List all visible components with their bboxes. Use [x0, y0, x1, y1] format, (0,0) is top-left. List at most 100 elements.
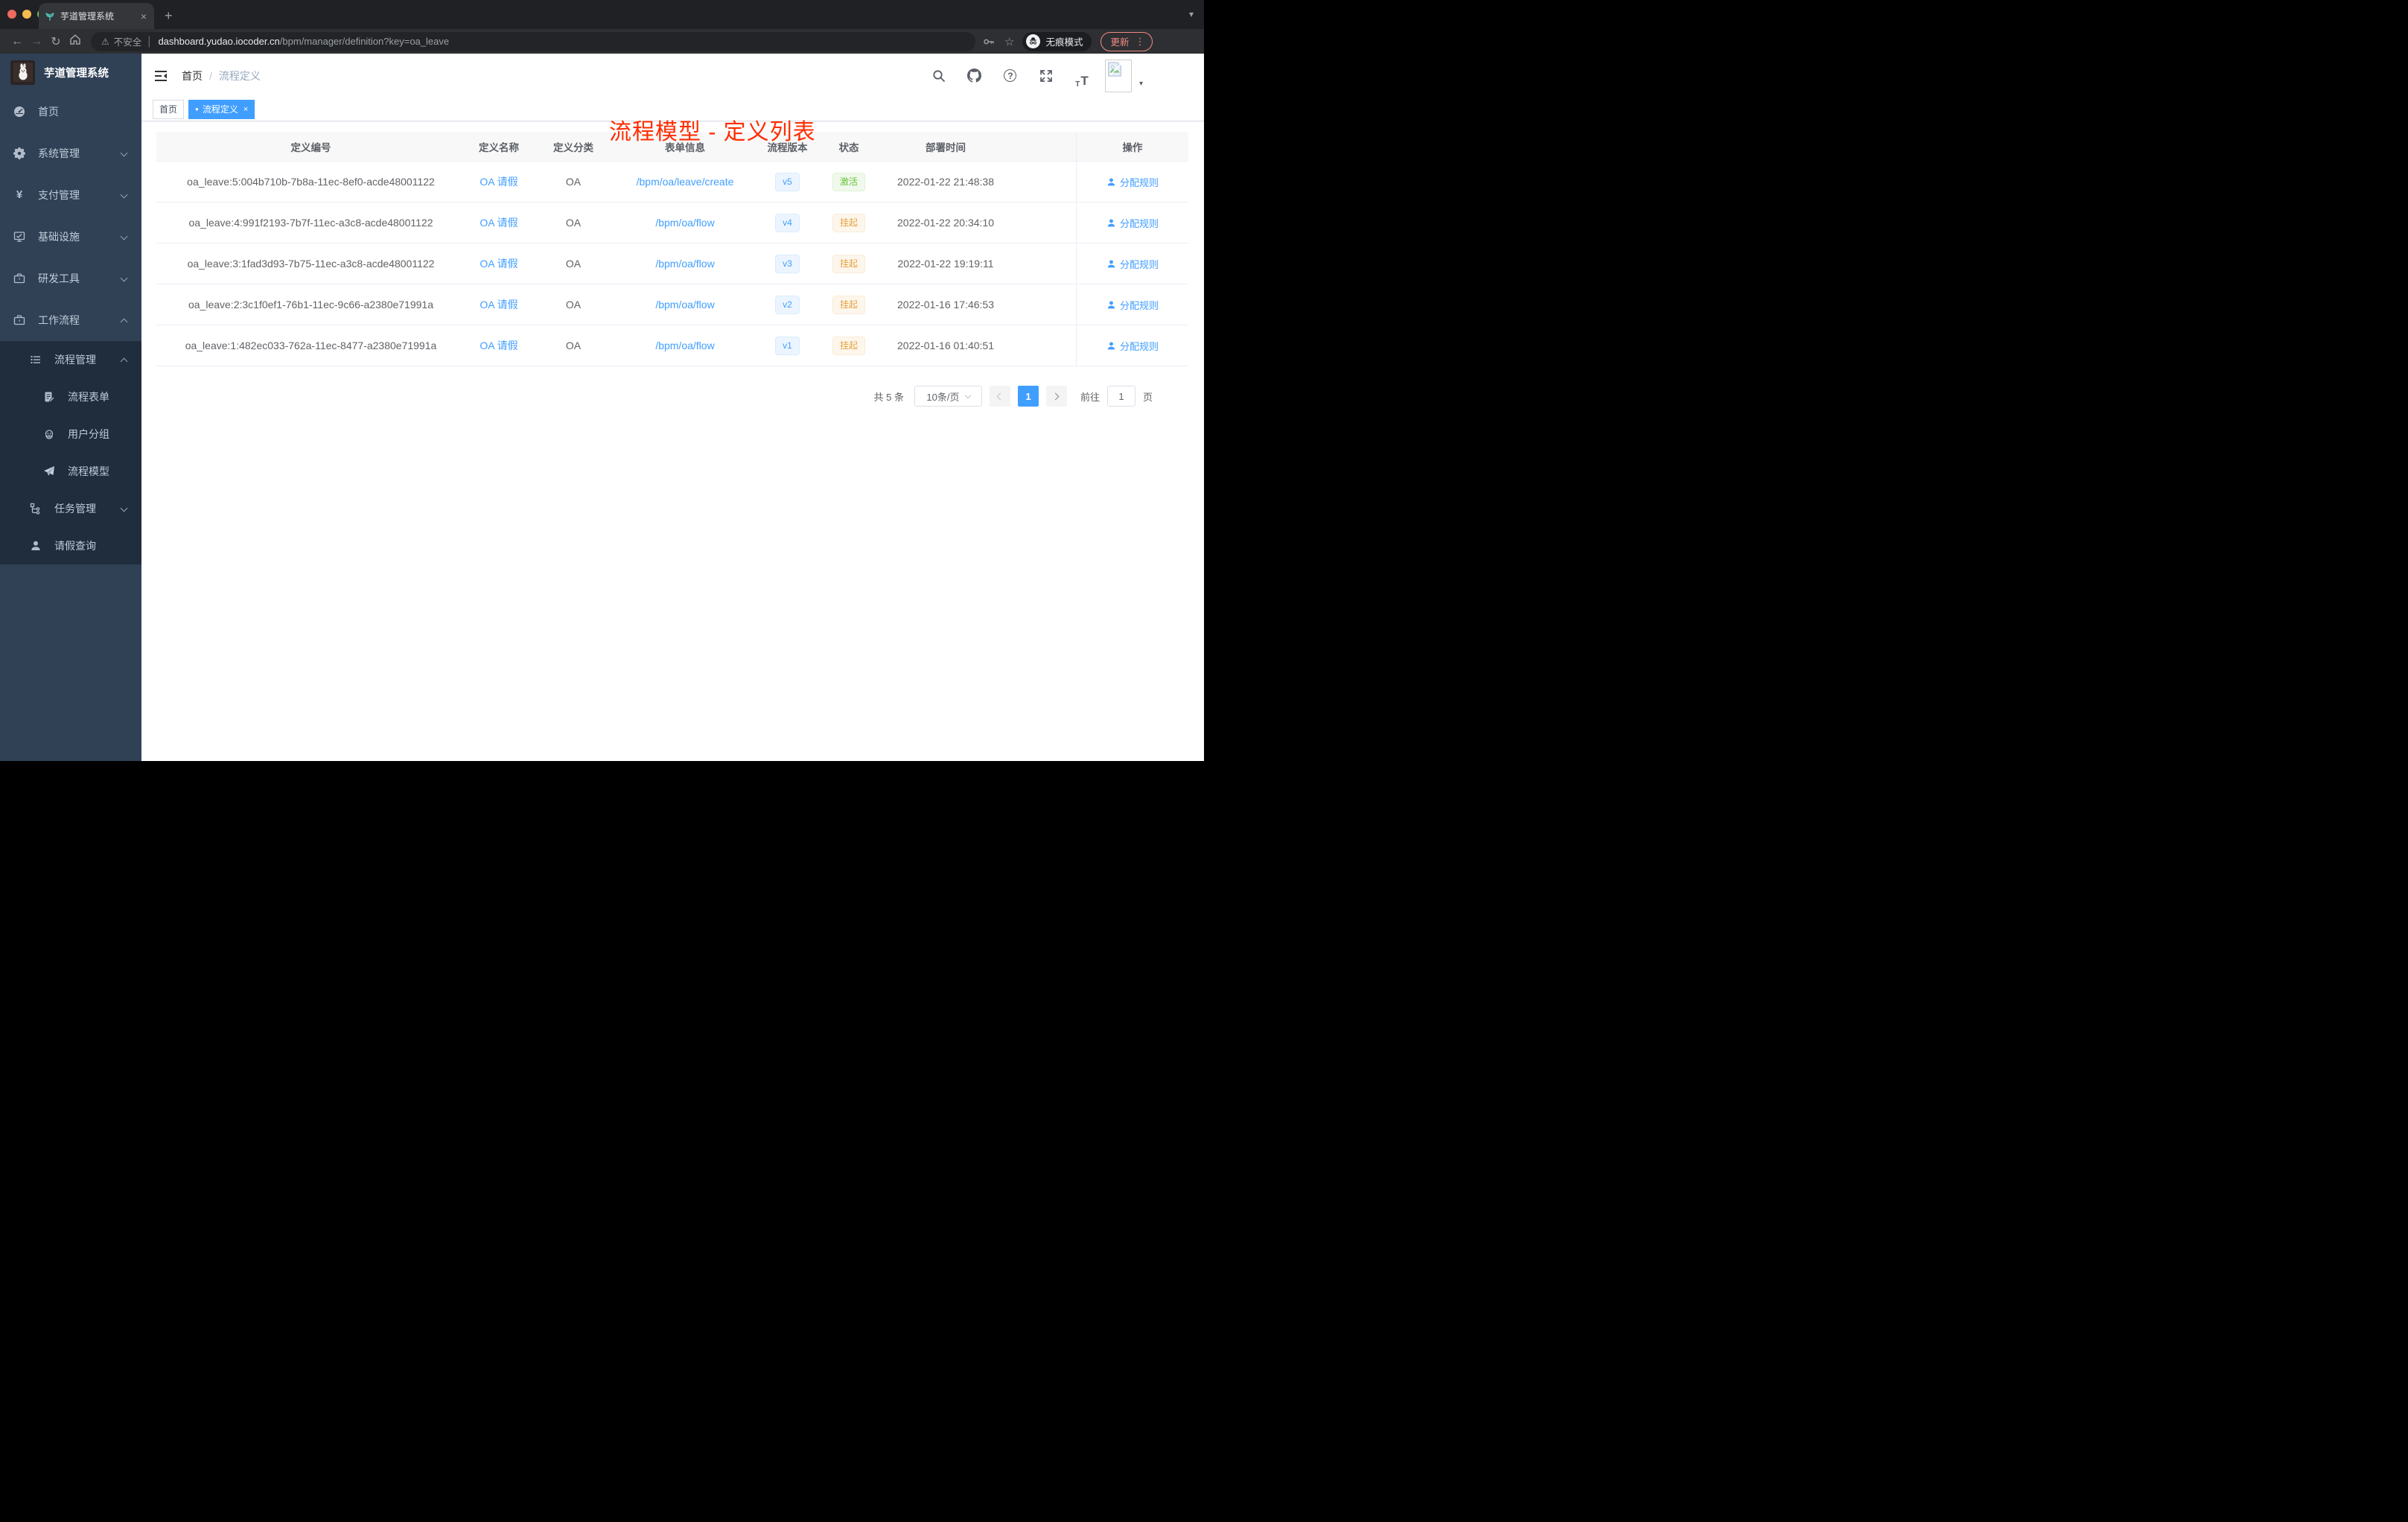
new-tab-button[interactable]: + [165, 8, 173, 24]
sidebar-collapse-icon[interactable] [155, 70, 170, 82]
browser-tabstrip: 芋道管理系统 × + ▾ [0, 0, 1204, 29]
tag-process-definition[interactable]: ● 流程定义 × [188, 99, 255, 119]
assign-rule-button[interactable]: 分配规则 [1106, 175, 1159, 189]
plant-favicon-icon [45, 11, 55, 22]
tree-icon [30, 503, 42, 515]
bookmark-star-icon[interactable]: ☆ [1001, 35, 1018, 48]
tag-label: 首页 [159, 104, 178, 115]
monitor-icon [13, 231, 25, 243]
sidebar-item-task-management[interactable]: 任务管理 [0, 490, 141, 527]
fullscreen-icon[interactable] [1033, 63, 1059, 89]
goto-page-input[interactable]: 1 [1106, 386, 1135, 407]
version-badge: v1 [775, 336, 800, 355]
tab-search-caret-icon[interactable]: ▾ [1189, 9, 1194, 19]
reload-icon[interactable]: ↻ [46, 34, 66, 49]
sidebar-logo-row[interactable]: 芋道管理系统 [0, 54, 141, 91]
url-path: /bpm/manager/definition?key=oa_leave [279, 36, 450, 47]
sidebar-item-process-form[interactable]: 流程表单 [0, 378, 141, 415]
prev-page-button[interactable] [989, 386, 1010, 407]
assign-rule-button[interactable]: 分配规则 [1106, 298, 1159, 312]
definition-name-link[interactable]: OA 请假 [480, 299, 517, 311]
home-icon[interactable] [66, 34, 85, 49]
sidebar-item-label: 流程模型 [68, 465, 109, 477]
chevron-down-icon [120, 232, 128, 241]
chevron-left-icon [997, 392, 1004, 400]
definition-category: OA [565, 176, 582, 188]
column-header: 部署时间 [926, 141, 966, 153]
sidebar-item-workflow[interactable]: 工作流程 [0, 299, 141, 341]
status-badge: 挂起 [832, 336, 865, 355]
browser-tab[interactable]: 芋道管理系统 × [39, 3, 154, 29]
status-badge: 挂起 [832, 295, 865, 314]
chevron-up-icon [120, 318, 128, 326]
url-divider: | [147, 34, 151, 48]
incognito-badge: 无痕模式 [1022, 31, 1092, 51]
form-link[interactable]: /bpm/oa/flow [655, 340, 714, 351]
font-size-icon[interactable]: TT [1069, 63, 1095, 89]
github-icon[interactable] [962, 63, 987, 89]
chevron-up-icon [120, 357, 128, 366]
form-link[interactable]: /bpm/oa/flow [655, 258, 714, 270]
sidebar-item-process-management[interactable]: 流程管理 [0, 341, 141, 378]
definition-name-link[interactable]: OA 请假 [480, 258, 517, 270]
assign-rule-label: 分配规则 [1119, 340, 1159, 352]
deploy-time: 2022-01-22 19:19:11 [897, 258, 994, 270]
avatar-caret-icon[interactable]: ▾ [1139, 80, 1143, 88]
sidebar-item-devtools[interactable]: 研发工具 [0, 258, 141, 299]
breadcrumb-home[interactable]: 首页 [182, 69, 203, 83]
form-link[interactable]: /bpm/oa/flow [655, 217, 714, 229]
assign-rule-button[interactable]: 分配规则 [1106, 257, 1159, 271]
url-bar[interactable]: ⚠ 不安全 | dashboard.yudao.iocoder.cn/bpm/m… [91, 31, 975, 51]
definition-id: oa_leave:1:482ec033-762a-11ec-8477-a2380… [185, 340, 437, 351]
page-size-select[interactable]: 10条/页 [914, 386, 982, 407]
user-group-icon [43, 428, 55, 440]
current-page-button[interactable]: 1 [1017, 386, 1039, 407]
security-label: 不安全 [113, 37, 142, 48]
column-header: 状态 [838, 141, 859, 153]
sidebar-item-label: 请假查询 [54, 540, 96, 552]
sidebar-item-home[interactable]: 首页 [0, 91, 141, 133]
chevron-down-icon [120, 149, 128, 157]
definition-name-link[interactable]: OA 请假 [480, 340, 517, 351]
assign-rule-button[interactable]: 分配规则 [1106, 216, 1159, 230]
form-link[interactable]: /bpm/oa/leave/create [637, 176, 734, 188]
next-page-button[interactable] [1045, 386, 1067, 407]
tag-home[interactable]: 首页 [153, 99, 185, 119]
browser-menu-button[interactable]: 更新 ⋮ [1101, 31, 1153, 51]
annotation-title: 流程模型 - 定义列表 [609, 120, 816, 144]
user-avatar-broken-image[interactable] [1104, 59, 1132, 92]
help-icon[interactable]: ? [998, 63, 1023, 89]
tag-close-icon[interactable]: × [243, 105, 248, 114]
sidebar-item-leave-query[interactable]: 请假查询 [0, 527, 141, 564]
sidebar-item-user-group[interactable]: 用户分组 [0, 415, 141, 453]
table-row: oa_leave:5:004b710b-7b8a-11ec-8ef0-acde4… [156, 162, 1188, 203]
status-badge: 激活 [832, 172, 865, 191]
form-link[interactable]: /bpm/oa/flow [655, 299, 714, 311]
window-close-button[interactable] [7, 10, 16, 19]
definition-name-link[interactable]: OA 请假 [480, 217, 517, 229]
back-icon[interactable]: ← [7, 35, 27, 48]
definition-category: OA [565, 299, 582, 311]
pagination: 共 5 条 10条/页 1 前往 1 页 [156, 386, 1188, 407]
breadcrumb: 首页 / 流程定义 [182, 69, 261, 83]
sidebar-item-label: 支付管理 [38, 189, 80, 201]
password-key-icon[interactable] [981, 34, 996, 49]
window-minimize-button[interactable] [22, 10, 31, 19]
forward-icon[interactable]: → [27, 35, 46, 48]
version-badge: v3 [775, 254, 800, 273]
sidebar-item-system[interactable]: 系统管理 [0, 133, 141, 174]
version-badge: v4 [775, 213, 800, 232]
tab-close-icon[interactable]: × [139, 10, 148, 22]
sidebar-item-process-model[interactable]: 流程模型 [0, 453, 141, 490]
update-label: 更新 [1110, 37, 1130, 48]
search-icon[interactable] [926, 63, 952, 89]
assign-rule-button[interactable]: 分配规则 [1106, 339, 1159, 353]
sidebar-item-infra[interactable]: 基础设施 [0, 216, 141, 258]
pagination-total: 共 5 条 [873, 391, 904, 403]
sidebar-item-payment[interactable]: ¥ 支付管理 [0, 174, 141, 216]
chevron-down-icon [120, 191, 128, 199]
person-icon [30, 540, 42, 552]
browser-toolbar: ← → ↻ ⚠ 不安全 | dashboard.yudao.iocoder.cn… [0, 29, 1204, 54]
deploy-time: 2022-01-22 20:34:10 [897, 217, 994, 229]
definition-name-link[interactable]: OA 请假 [480, 176, 517, 188]
